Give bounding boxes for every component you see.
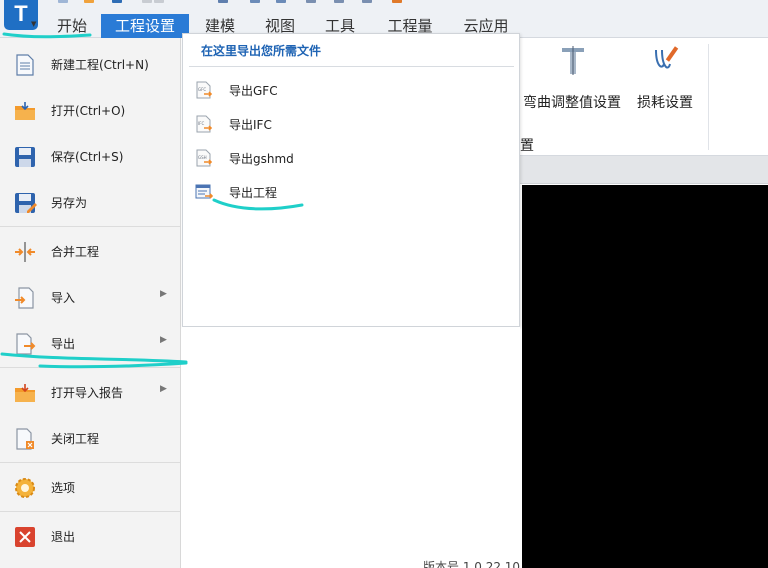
new-document-icon bbox=[16, 54, 34, 76]
menu-item-label: 保存(Ctrl+S) bbox=[51, 150, 124, 164]
export-ifc-icon: IFC bbox=[196, 115, 213, 133]
menu-divider bbox=[0, 462, 180, 463]
qat-new-icon[interactable] bbox=[58, 0, 68, 3]
tab-start[interactable]: 开始 bbox=[50, 14, 94, 38]
menu-item-options[interactable]: 选项 bbox=[0, 464, 180, 510]
export-gshmd-icon: GSH bbox=[196, 149, 213, 167]
export-icon bbox=[16, 333, 36, 355]
loss-settings-label[interactable]: 损耗设置 bbox=[637, 92, 693, 112]
open-report-icon bbox=[15, 384, 35, 402]
save-as-icon bbox=[15, 193, 37, 213]
submenu-item-export-gfc[interactable]: GFC 导出GFC bbox=[191, 74, 511, 104]
submenu-title: 在这里导出您所需文件 bbox=[201, 44, 322, 58]
qat-tool2-icon[interactable] bbox=[276, 0, 286, 3]
ifc-tag: IFC bbox=[198, 121, 204, 126]
submenu-arrow-icon: ▶ bbox=[160, 384, 167, 394]
gshmd-tag: GSH bbox=[198, 155, 207, 160]
ribbon-group-label: 置 bbox=[520, 138, 534, 154]
menu-item-import[interactable]: 导入 ▶ bbox=[0, 274, 180, 320]
menu-item-label: 打开(Ctrl+O) bbox=[51, 104, 126, 118]
export-project-icon bbox=[195, 184, 213, 199]
app-logo-letter: T bbox=[14, 1, 28, 26]
submenu-item-label: 导出GFC bbox=[229, 84, 278, 98]
menu-item-label: 关闭工程 bbox=[51, 432, 100, 446]
qat-tool-icon[interactable] bbox=[250, 0, 260, 3]
menu-item-export[interactable]: 导出 ▶ bbox=[0, 320, 180, 366]
menu-item-close-project[interactable]: 关闭工程 bbox=[0, 415, 180, 461]
qat-tool6-icon[interactable] bbox=[392, 0, 402, 3]
submenu-item-label: 导出工程 bbox=[229, 186, 278, 200]
menu-item-save-as[interactable]: 另存为 bbox=[0, 179, 180, 225]
menu-item-label: 选项 bbox=[51, 481, 76, 495]
ribbon-panel: 弯曲调整值设置 损耗设置 置 bbox=[520, 38, 768, 156]
menu-item-label: 打开导入报告 bbox=[51, 386, 124, 400]
menu-item-label: 导出 bbox=[51, 337, 76, 351]
submenu-item-export-ifc[interactable]: IFC 导出IFC bbox=[191, 108, 511, 138]
qat-redo-icon[interactable] bbox=[154, 0, 164, 3]
bend-adjust-label[interactable]: 弯曲调整值设置 bbox=[523, 92, 621, 112]
menu-item-label: 另存为 bbox=[51, 196, 88, 210]
tab-project-settings[interactable]: 工程设置 bbox=[101, 14, 189, 38]
gfc-tag: GFC bbox=[198, 87, 206, 92]
export-gfc-icon: GFC bbox=[196, 81, 213, 99]
submenu-arrow-icon: ▶ bbox=[160, 289, 167, 299]
exit-icon bbox=[15, 527, 35, 547]
qat-tool3-icon[interactable] bbox=[306, 0, 316, 3]
import-icon bbox=[15, 287, 34, 309]
menu-item-label: 导入 bbox=[51, 291, 76, 305]
submenu-item-export-project[interactable]: 导出工程 bbox=[191, 176, 511, 206]
qat-sum-icon[interactable] bbox=[218, 0, 228, 3]
menu-divider bbox=[0, 511, 180, 512]
merge-icon bbox=[15, 242, 35, 262]
file-menu: 新建工程(Ctrl+N) 打开(Ctrl+O) 保存(Ctrl+S) 另存为 合… bbox=[0, 38, 181, 568]
save-disk-icon bbox=[15, 147, 35, 167]
menu-item-save[interactable]: 保存(Ctrl+S) bbox=[0, 133, 180, 179]
submenu-divider bbox=[189, 66, 514, 67]
menu-item-open-import-report[interactable]: 打开导入报告 ▶ bbox=[0, 369, 180, 415]
version-label: 版本号 1.0.22.10 bbox=[423, 560, 521, 568]
submenu-item-label: 导出gshmd bbox=[229, 152, 294, 166]
open-folder-icon bbox=[15, 102, 35, 120]
menu-item-exit[interactable]: 退出 bbox=[0, 513, 180, 559]
menu-divider bbox=[0, 226, 180, 227]
submenu-arrow-icon: ▶ bbox=[160, 335, 167, 345]
menu-item-new-project[interactable]: 新建工程(Ctrl+N) bbox=[0, 41, 180, 87]
menu-item-label: 新建工程(Ctrl+N) bbox=[51, 58, 149, 72]
file-menu-content-area bbox=[182, 327, 520, 568]
loss-settings-icon[interactable] bbox=[650, 44, 682, 76]
drawing-tab-strip bbox=[520, 156, 768, 184]
submenu-item-label: 导出IFC bbox=[229, 118, 272, 132]
ribbon-separator bbox=[708, 44, 709, 150]
qat-tool4-icon[interactable] bbox=[334, 0, 344, 3]
options-gear-icon bbox=[15, 478, 35, 498]
app-menu-caret-icon: ▼ bbox=[31, 20, 37, 28]
qat-tool5-icon[interactable] bbox=[362, 0, 372, 3]
bend-adjust-icon[interactable] bbox=[558, 44, 588, 76]
qat-open-icon[interactable] bbox=[84, 0, 94, 3]
drawing-canvas[interactable] bbox=[522, 185, 768, 568]
qat-save-icon[interactable] bbox=[112, 0, 122, 3]
submenu-item-export-gshmd[interactable]: GSH 导出gshmd bbox=[191, 142, 511, 172]
export-submenu: 在这里导出您所需文件 GFC 导出GFC IFC 导出IFC GSH 导出gsh… bbox=[182, 33, 520, 327]
menu-item-label: 退出 bbox=[51, 530, 76, 544]
qat-undo-icon[interactable] bbox=[142, 0, 152, 3]
menu-item-open[interactable]: 打开(Ctrl+O) bbox=[0, 87, 180, 133]
menu-item-label: 合并工程 bbox=[51, 245, 100, 259]
menu-item-merge-project[interactable]: 合并工程 bbox=[0, 228, 180, 274]
close-project-icon bbox=[16, 428, 34, 450]
menu-divider bbox=[0, 367, 180, 368]
